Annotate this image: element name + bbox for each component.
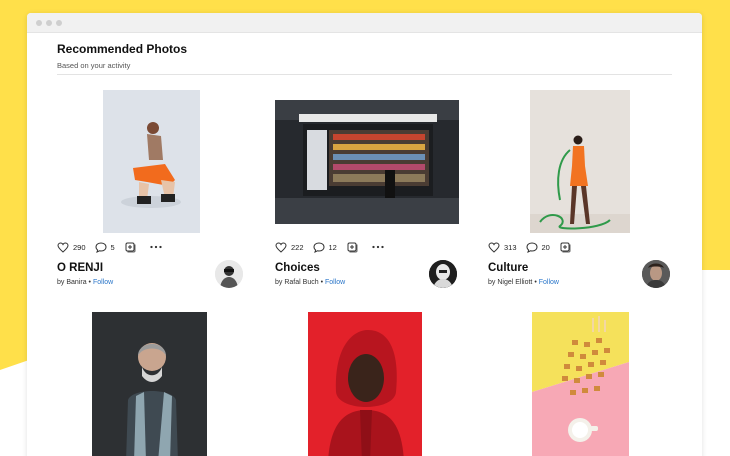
author-name[interactable]: Nigel Elliott — [497, 279, 532, 286]
window-titlebar — [27, 13, 702, 33]
follow-link[interactable]: Follow — [539, 279, 559, 286]
byline-prefix: by — [488, 279, 496, 286]
photo-thumbnail[interactable] — [308, 312, 422, 456]
comment-button[interactable]: 20 — [526, 241, 550, 253]
avatar[interactable] — [429, 260, 457, 288]
like-button[interactable]: 290 — [57, 241, 86, 253]
byline-prefix: by — [57, 279, 65, 286]
photo-thumbnail[interactable] — [103, 90, 200, 233]
photo-stats: 290 5 — [57, 241, 176, 253]
like-count: 313 — [504, 242, 517, 252]
window-control-dot[interactable] — [56, 19, 62, 26]
like-button[interactable]: 313 — [488, 241, 517, 253]
more-options-icon[interactable] — [150, 245, 162, 249]
heart-icon — [275, 241, 287, 253]
speech-bubble-icon — [313, 241, 325, 253]
section-title: Recommended Photos — [57, 42, 188, 56]
comment-button[interactable]: 12 — [313, 241, 337, 253]
photo-byline: by Rafal Buch • Follow — [275, 279, 345, 286]
byline-separator: • — [534, 279, 537, 286]
avatar[interactable] — [642, 260, 670, 288]
window-control-dot[interactable] — [36, 19, 42, 26]
author-name[interactable]: Rafal Buch — [284, 279, 318, 286]
photo-thumbnail[interactable] — [532, 312, 629, 456]
comment-count: 12 — [328, 242, 337, 252]
byline-separator: • — [320, 279, 324, 286]
photo-byline: by Banira • Follow — [57, 279, 113, 286]
more-options-icon[interactable] — [372, 245, 384, 249]
photo-stats: 313 20 — [488, 241, 585, 253]
header-divider — [57, 74, 672, 75]
photo-byline: by Nigel Elliott • Follow — [488, 279, 559, 286]
like-count: 290 — [73, 242, 86, 252]
browser-window: Recommended Photos Based on your activit… — [27, 13, 702, 456]
comment-count: 20 — [541, 242, 550, 252]
add-to-collection-icon[interactable] — [559, 241, 571, 253]
photo-thumbnail[interactable] — [530, 90, 630, 233]
heart-icon — [488, 241, 500, 253]
photo-title[interactable]: Culture — [488, 262, 528, 274]
like-count: 222 — [291, 242, 304, 252]
follow-link[interactable]: Follow — [325, 279, 345, 286]
comment-count: 5 — [110, 242, 115, 252]
window-control-dot[interactable] — [46, 19, 52, 26]
avatar[interactable] — [215, 260, 243, 288]
comment-button[interactable]: 5 — [95, 241, 115, 253]
photo-title[interactable]: O RENJI — [57, 262, 103, 274]
section-subtitle: Based on your activity — [57, 61, 131, 70]
speech-bubble-icon — [526, 241, 538, 253]
heart-icon — [57, 241, 69, 253]
add-to-collection-icon[interactable] — [346, 241, 358, 253]
photo-stats: 222 12 — [275, 241, 398, 253]
byline-prefix: by — [275, 279, 283, 286]
photo-thumbnail[interactable] — [92, 312, 207, 456]
follow-link[interactable]: Follow — [93, 279, 113, 286]
photo-thumbnail[interactable] — [275, 100, 459, 224]
add-to-collection-icon[interactable] — [124, 241, 136, 253]
section-header: Recommended Photos Based on your activit… — [57, 42, 672, 70]
author-name[interactable]: Banira — [66, 279, 86, 286]
like-button[interactable]: 222 — [275, 241, 304, 253]
speech-bubble-icon — [95, 241, 107, 253]
byline-separator: • — [88, 279, 91, 286]
photo-title[interactable]: Choices — [275, 262, 320, 274]
